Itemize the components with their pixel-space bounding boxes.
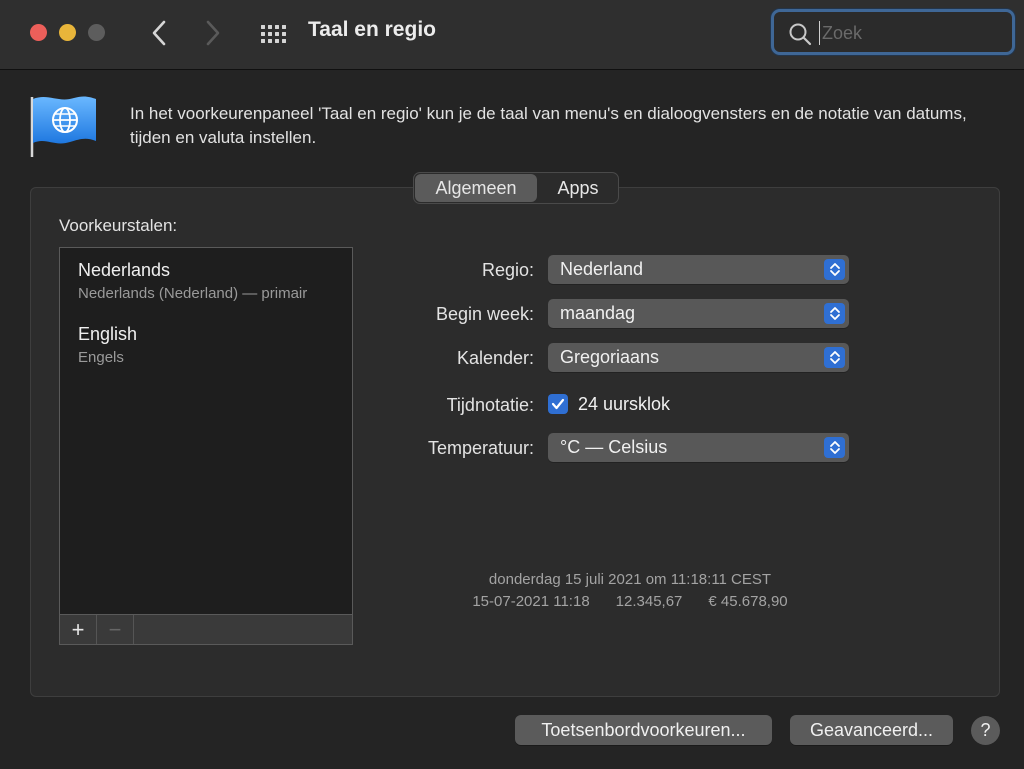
time-format-row: Tijdnotatie: 24 uursklok [360,390,860,420]
language-detail: Nederlands (Nederland) — primair [78,285,308,302]
sample-short-date: 15-07-2021 11:18 [472,593,590,610]
sample-number: 12.345,67 [615,593,683,610]
tab-algemeen[interactable]: Algemeen [415,174,537,202]
keyboard-preferences-button[interactable]: Toetsenbordvoorkeuren... [515,715,772,745]
updown-arrows-icon [824,347,845,368]
language-name: English [78,324,138,344]
temperature-label: Temperatuur: [427,438,534,458]
temperature-value: °C — Celsius [560,437,668,457]
sample-currency: € 45.678,90 [708,593,788,610]
search-field[interactable] [771,9,1015,55]
calendar-row: Kalender: Gregoriaans [360,343,860,373]
minimize-window-button[interactable] [59,24,76,41]
window-title: Taal en regio [308,18,436,41]
sample-long-date: donderdag 15 juli 2021 om 11:18:11 CEST [488,571,772,588]
search-input[interactable] [819,21,999,45]
preferences-window: Taal en regio In het voorkeurenpaneel 'T… [0,0,1024,769]
list-toolbar: + − [59,615,353,645]
checkmark-icon [551,398,565,410]
chevron-left-icon [152,20,166,46]
sample-formats: 15-07-2021 11:18 12.345,67 € 45.678,90 [430,593,830,610]
intro-text: In het voorkeurenpaneel 'Taal en regio' … [130,104,967,147]
back-button[interactable] [144,16,174,50]
chevron-right-icon [206,20,220,46]
updown-arrows-icon [824,437,845,458]
tab-apps[interactable]: Apps [538,173,618,203]
24-hour-label[interactable]: 24 uursklok [578,394,670,415]
week-start-row: Begin week: maandag [360,299,860,329]
calendar-value: Gregoriaans [560,347,660,367]
24-hour-checkbox[interactable] [548,394,568,414]
region-value: Nederland [560,259,644,279]
week-start-label: Begin week: [435,304,534,324]
help-button[interactable]: ? [971,716,1000,745]
list-item[interactable]: Nederlands Nederlands (Nederland) — prim… [78,260,307,302]
updown-arrows-icon [824,259,845,280]
search-icon [789,23,812,46]
language-detail: Engels [78,349,124,366]
week-start-value: maandag [560,303,636,323]
zoom-window-button[interactable] [88,24,105,41]
temperature-row: Temperatuur: °C — Celsius [360,433,860,463]
list-item[interactable]: English Engels [78,324,137,366]
time-format-label: Tijdnotatie: [446,395,534,415]
region-popup[interactable]: Nederland [548,255,849,284]
remove-language-button[interactable]: − [97,615,134,644]
show-all-button[interactable] [256,19,290,49]
title-bar: Taal en regio [0,0,1024,70]
language-name: Nederlands [78,260,171,280]
calendar-popup[interactable]: Gregoriaans [548,343,849,372]
language-flag-icon [30,96,96,157]
updown-arrows-icon [824,303,845,324]
close-window-button[interactable] [30,24,47,41]
tab-bar: Algemeen Apps [413,172,619,204]
preferred-languages-heading: Voorkeurstalen: [59,216,178,235]
preferred-languages-list[interactable]: Nederlands Nederlands (Nederland) — prim… [59,247,353,615]
forward-button[interactable] [198,16,228,50]
region-label: Regio: [481,260,534,280]
advanced-button[interactable]: Geavanceerd... [790,715,953,745]
calendar-label: Kalender: [456,348,534,368]
week-start-popup[interactable]: maandag [548,299,849,328]
temperature-popup[interactable]: °C — Celsius [548,433,849,462]
region-row: Regio: Nederland [360,255,860,285]
grid-icon [261,25,286,43]
add-language-button[interactable]: + [60,615,97,644]
